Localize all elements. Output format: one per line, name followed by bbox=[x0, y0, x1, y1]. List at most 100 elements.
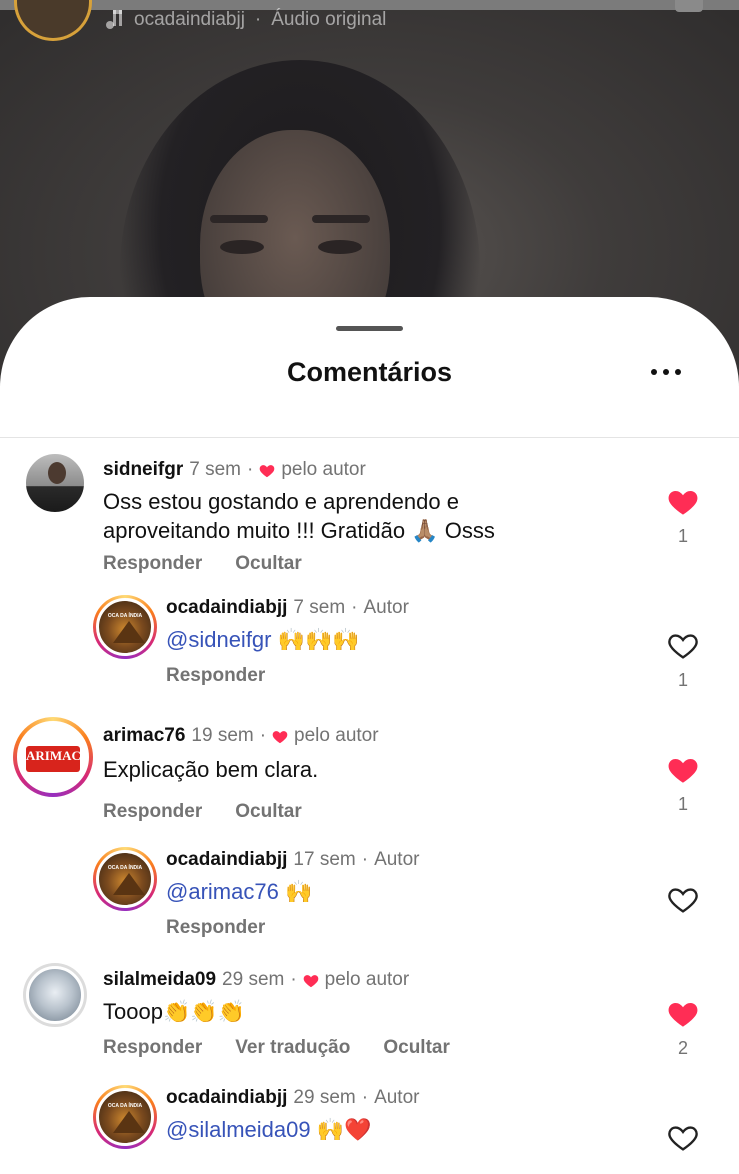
heart-outline-icon[interactable] bbox=[667, 631, 699, 660]
comment-time: 29 sem bbox=[293, 1087, 356, 1108]
audio-avatar[interactable] bbox=[14, 0, 92, 41]
comments-sheet: Comentários sidneifgr 7 sem · pelo autor… bbox=[0, 297, 739, 1174]
audio-label: Áudio original bbox=[271, 9, 387, 30]
heart-outline-icon[interactable] bbox=[667, 885, 699, 914]
meta-dot: · bbox=[361, 849, 369, 870]
comment-meta: ocadaindiabjj 29 sem · Autor bbox=[166, 1087, 419, 1109]
audio-separator: · bbox=[254, 9, 262, 30]
audio-username: ocadaindiabjj bbox=[134, 9, 245, 30]
comment-text: Oss estou gostando e aprendendo e aprove… bbox=[103, 487, 495, 546]
like-count: 1 bbox=[677, 526, 688, 546]
like-control[interactable]: 1 bbox=[667, 631, 699, 691]
like-control[interactable]: 2 bbox=[667, 999, 699, 1059]
comment-username[interactable]: sidneifgr bbox=[103, 459, 183, 481]
comment-actions: Responder bbox=[166, 917, 265, 939]
hide-button[interactable]: Ocultar bbox=[235, 553, 302, 575]
comment-text: @arimac76 🙌 bbox=[166, 877, 312, 907]
heart-filled-icon[interactable] bbox=[667, 755, 699, 784]
avatar[interactable] bbox=[23, 451, 87, 515]
comment-actions: Responder Ocultar bbox=[103, 801, 302, 823]
video-brow-right bbox=[312, 215, 370, 223]
avatar[interactable] bbox=[93, 595, 157, 659]
comment-username[interactable]: ocadaindiabjj bbox=[166, 1087, 287, 1109]
comment-actions: Responder Ver tradução Ocultar bbox=[103, 1037, 450, 1059]
heart-filled-icon[interactable] bbox=[667, 487, 699, 516]
heart-filled-icon[interactable] bbox=[667, 999, 699, 1028]
comment-text: @silalmeida09 🙌❤️ bbox=[166, 1115, 372, 1145]
video-eye-left bbox=[220, 240, 264, 254]
clapping-emoji: 👏👏👏 bbox=[162, 1000, 246, 1025]
logo-text: ARIMAC bbox=[26, 748, 81, 763]
more-dots-icon[interactable] bbox=[651, 369, 681, 375]
comment-meta: sidneifgr 7 sem · pelo autor bbox=[103, 459, 366, 481]
raised-hands-emoji: 🙌 bbox=[284, 880, 313, 905]
reply-button[interactable]: Responder bbox=[103, 1037, 202, 1059]
video-brow-left bbox=[210, 215, 268, 223]
corner-icon[interactable] bbox=[675, 0, 703, 12]
avatar[interactable] bbox=[93, 1085, 157, 1149]
mention-link[interactable]: @arimac76 bbox=[166, 879, 279, 904]
meta-dot: · bbox=[290, 969, 297, 990]
liked-by-author-label: pelo autor bbox=[324, 969, 410, 990]
comment-actions: Responder Ocultar bbox=[103, 553, 302, 575]
like-control[interactable] bbox=[667, 1123, 699, 1152]
meta-dot: · bbox=[246, 459, 254, 480]
comment-username[interactable]: ocadaindiabjj bbox=[166, 597, 287, 619]
like-control[interactable]: 1 bbox=[667, 487, 699, 547]
pray-emoji: 🙏🏽 bbox=[411, 519, 439, 544]
audio-info[interactable]: ocadaindiabjj · Áudio original bbox=[104, 9, 386, 31]
raised-hands-emoji: 🙌🙌🙌 bbox=[277, 628, 360, 653]
comment-text-part: Osss bbox=[444, 518, 495, 543]
comment-text: Explicação bem clara. bbox=[103, 757, 319, 782]
reply-button[interactable]: Responder bbox=[103, 801, 202, 823]
comment-time: 7 sem bbox=[189, 459, 241, 480]
meta-dot: · bbox=[259, 725, 267, 746]
comment-actions: Responder bbox=[166, 665, 265, 687]
mention-link[interactable]: @sidneifgr bbox=[166, 627, 272, 652]
like-count: 2 bbox=[677, 1038, 688, 1058]
like-control[interactable] bbox=[667, 885, 699, 914]
audio-row[interactable]: ocadaindiabjj · Áudio original bbox=[14, 0, 386, 44]
sheet-title: Comentários bbox=[286, 357, 453, 387]
comment-time: 7 sem bbox=[293, 597, 346, 618]
comment-text-part: Tooop bbox=[103, 999, 163, 1024]
comment-time: 29 sem bbox=[222, 969, 285, 990]
comment-text: Tooop👏👏👏 bbox=[103, 997, 245, 1027]
like-control[interactable]: 1 bbox=[667, 755, 699, 815]
comment-text-line: Oss estou gostando e aprendendo e bbox=[103, 489, 459, 514]
heart-small-icon bbox=[272, 730, 288, 743]
reply-button[interactable]: Responder bbox=[103, 553, 202, 575]
heart-small-icon bbox=[303, 974, 318, 987]
comment-username[interactable]: arimac76 bbox=[103, 725, 185, 747]
avatar[interactable] bbox=[93, 847, 157, 911]
hide-button[interactable]: Ocultar bbox=[383, 1037, 450, 1059]
like-count: 1 bbox=[677, 670, 688, 690]
music-note-icon bbox=[104, 9, 124, 31]
comment-username[interactable]: ocadaindiabjj bbox=[166, 849, 287, 871]
reply-button[interactable]: Responder bbox=[166, 917, 265, 939]
heart-small-icon bbox=[260, 464, 275, 477]
author-tag: Autor bbox=[374, 849, 420, 870]
liked-by-author-label: pelo autor bbox=[281, 459, 366, 480]
comment-text: @sidneifgr 🙌🙌🙌 bbox=[166, 625, 360, 655]
video-eye-right bbox=[318, 240, 362, 254]
translate-button[interactable]: Ver tradução bbox=[235, 1037, 350, 1059]
mention-link[interactable]: @silalmeida09 bbox=[166, 1117, 311, 1142]
hide-button[interactable]: Ocultar bbox=[235, 801, 302, 823]
sheet-grabber[interactable] bbox=[336, 326, 403, 331]
comment-username[interactable]: silalmeida09 bbox=[103, 969, 216, 991]
reply-button[interactable]: Responder bbox=[166, 665, 265, 687]
comment-time: 19 sem bbox=[191, 725, 254, 746]
avatar[interactable]: ARIMAC bbox=[13, 717, 93, 797]
author-tag: Autor bbox=[374, 1087, 420, 1108]
avatar[interactable] bbox=[23, 963, 87, 1027]
comment-meta: arimac76 19 sem · pelo autor bbox=[103, 725, 379, 747]
heart-outline-icon[interactable] bbox=[667, 1123, 699, 1152]
arimac-logo: ARIMAC bbox=[26, 746, 81, 772]
comment-meta: ocadaindiabjj 7 sem · Autor bbox=[166, 597, 409, 619]
comment-meta: ocadaindiabjj 17 sem · Autor bbox=[166, 849, 419, 871]
meta-dot: · bbox=[361, 1087, 369, 1108]
liked-by-author-label: pelo autor bbox=[294, 725, 379, 746]
comment-text-line: aproveitando muito !!! Gratidão 🙏🏽 Osss bbox=[103, 516, 495, 546]
comment-time: 17 sem bbox=[293, 849, 356, 870]
